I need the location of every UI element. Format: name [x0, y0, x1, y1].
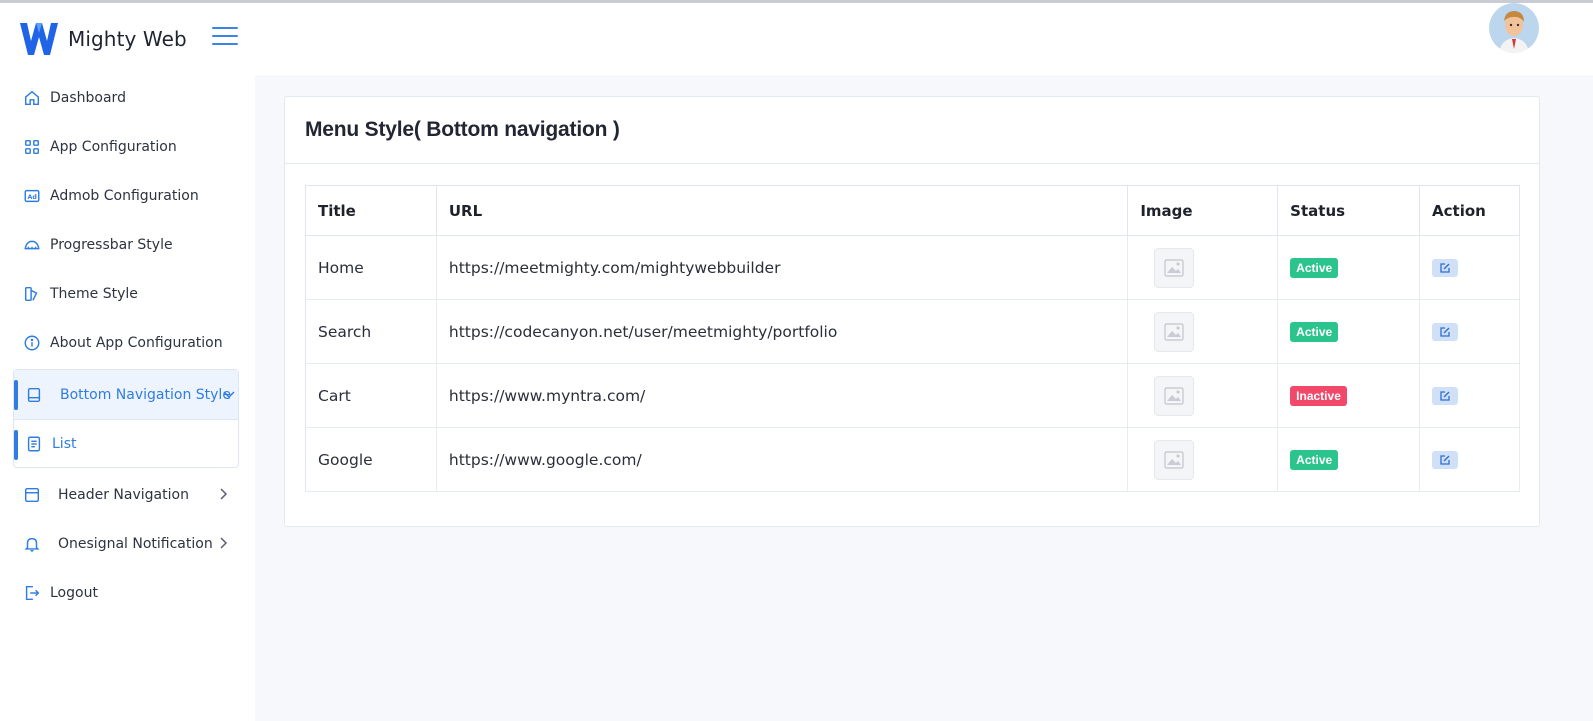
sidebar-item-label: Admob Configuration: [50, 187, 199, 204]
main-content: Menu Style( Bottom navigation ) Title UR…: [255, 75, 1593, 721]
sidebar-item-app-configuration[interactable]: App Configuration: [12, 122, 242, 171]
row-action-cell: [1419, 363, 1520, 428]
sidebar-item-label: Progressbar Style: [50, 236, 173, 253]
sidebar-nav: Dashboard App Configuration Ad Admob Con…: [12, 73, 242, 617]
table-row: Home https://meetmighty.com/mightywebbui…: [305, 235, 1520, 300]
row-title: Google: [305, 427, 437, 492]
table-row: Search https://codecanyon.net/user/meetm…: [305, 299, 1520, 364]
chevron-down-icon: [223, 391, 235, 399]
active-indicator: [14, 380, 18, 410]
image-placeholder-icon: [1154, 247, 1195, 288]
table-row: Google https://www.google.com/ Active: [305, 427, 1520, 492]
image-placeholder-icon: [1154, 439, 1195, 480]
brand[interactable]: Mighty Web: [18, 19, 187, 59]
ad-icon: Ad: [22, 186, 42, 206]
sidebar-item-progressbar-style[interactable]: Progressbar Style: [12, 220, 242, 269]
sidebar: Mighty Web Dashboard App Configuration A…: [0, 3, 255, 721]
sidebar-item-label: Header Navigation: [58, 486, 189, 503]
home-icon: [22, 88, 42, 108]
sidebar-item-theme-style[interactable]: Theme Style: [12, 269, 242, 318]
app-name: Mighty Web: [68, 27, 187, 51]
image-placeholder-icon: [1154, 375, 1195, 416]
edit-button[interactable]: [1432, 258, 1459, 277]
edit-icon: [1440, 262, 1450, 273]
page-title: Menu Style( Bottom navigation ): [305, 118, 620, 141]
user-avatar[interactable]: [1489, 3, 1539, 53]
status-badge: Active: [1290, 257, 1339, 278]
sidebar-item-label: App Configuration: [50, 138, 177, 155]
mighty-web-logo-icon: [20, 23, 58, 55]
column-header-title[interactable]: Title: [305, 185, 437, 236]
info-icon: [22, 333, 42, 353]
row-image-cell: [1127, 235, 1279, 300]
row-action-cell: [1419, 299, 1520, 364]
row-image-cell: [1127, 427, 1279, 492]
column-header-image[interactable]: Image: [1127, 185, 1279, 236]
row-action-cell: [1419, 235, 1520, 300]
table-header-row: Title URL Image Status Action: [305, 185, 1520, 236]
card-header: Menu Style( Bottom navigation ): [285, 97, 1539, 164]
column-header-action[interactable]: Action: [1419, 185, 1520, 236]
row-title: Home: [305, 235, 437, 300]
sidebar-item-label: List: [52, 435, 77, 452]
row-status-cell: Active: [1277, 299, 1421, 364]
sidebar-item-about-app-configuration[interactable]: About App Configuration: [12, 318, 242, 367]
chevron-right-icon: [220, 488, 228, 500]
row-url: https://codecanyon.net/user/meetmighty/p…: [436, 299, 1129, 364]
sidebar-item-label: Onesignal Notification: [58, 535, 213, 552]
chevron-right-icon: [220, 537, 228, 549]
window-icon: [22, 485, 42, 505]
edit-button[interactable]: [1432, 450, 1459, 469]
sidebar-item-label: Theme Style: [50, 285, 138, 302]
svg-text:Ad: Ad: [28, 194, 37, 201]
sidebar-group-bottom-navigation: Bottom Navigation Style List: [13, 369, 239, 468]
avatar-icon: [1489, 3, 1539, 53]
status-badge: Inactive: [1290, 385, 1347, 406]
edit-icon: [1440, 454, 1450, 465]
active-indicator: [14, 430, 18, 460]
document-icon: [24, 434, 44, 454]
row-url: https://www.myntra.com/: [436, 363, 1129, 428]
row-action-cell: [1419, 427, 1520, 492]
sidebar-item-label: About App Configuration: [50, 334, 223, 351]
row-image-cell: [1127, 299, 1279, 364]
column-header-url[interactable]: URL: [436, 185, 1129, 236]
tablet-icon: [24, 385, 44, 405]
row-url: https://meetmighty.com/mightywebbuilder: [436, 235, 1129, 300]
grid-icon: [22, 137, 42, 157]
row-status-cell: Inactive: [1277, 363, 1421, 428]
menu-toggle-icon[interactable]: [212, 27, 238, 49]
logout-icon: [22, 583, 42, 603]
edit-icon: [1440, 326, 1450, 337]
row-title: Search: [305, 299, 437, 364]
sidebar-item-bottom-navigation-style[interactable]: Bottom Navigation Style: [14, 370, 238, 419]
row-status-cell: Active: [1277, 427, 1421, 492]
bell-icon: [22, 534, 42, 554]
edit-button[interactable]: [1432, 386, 1459, 405]
menu-table: Title URL Image Status Action Home https…: [305, 185, 1520, 492]
sidebar-item-onesignal-notification[interactable]: Onesignal Notification: [12, 519, 242, 568]
sidebar-item-header-navigation[interactable]: Header Navigation: [12, 470, 242, 519]
row-title: Cart: [305, 363, 437, 428]
status-badge: Active: [1290, 321, 1339, 342]
status-badge: Active: [1290, 449, 1339, 470]
row-image-cell: [1127, 363, 1279, 428]
sidebar-subitem-list[interactable]: List: [14, 419, 238, 467]
sidebar-item-admob-configuration[interactable]: Ad Admob Configuration: [12, 171, 242, 220]
row-status-cell: Active: [1277, 235, 1421, 300]
edit-button[interactable]: [1432, 322, 1459, 341]
table-row: Cart https://www.myntra.com/ Inactive: [305, 363, 1520, 428]
sidebar-item-logout[interactable]: Logout: [12, 568, 242, 617]
sidebar-item-label: Bottom Navigation Style: [60, 386, 231, 403]
column-header-status[interactable]: Status: [1277, 185, 1421, 236]
sidebar-item-label: Logout: [50, 584, 98, 601]
image-placeholder-icon: [1154, 311, 1195, 352]
menu-style-card: Menu Style( Bottom navigation ) Title UR…: [284, 96, 1540, 527]
gauge-icon: [22, 235, 42, 255]
sidebar-item-label: Dashboard: [50, 89, 126, 106]
edit-icon: [1440, 390, 1450, 401]
palette-icon: [22, 284, 42, 304]
sidebar-item-dashboard[interactable]: Dashboard: [12, 73, 242, 122]
row-url: https://www.google.com/: [436, 427, 1129, 492]
